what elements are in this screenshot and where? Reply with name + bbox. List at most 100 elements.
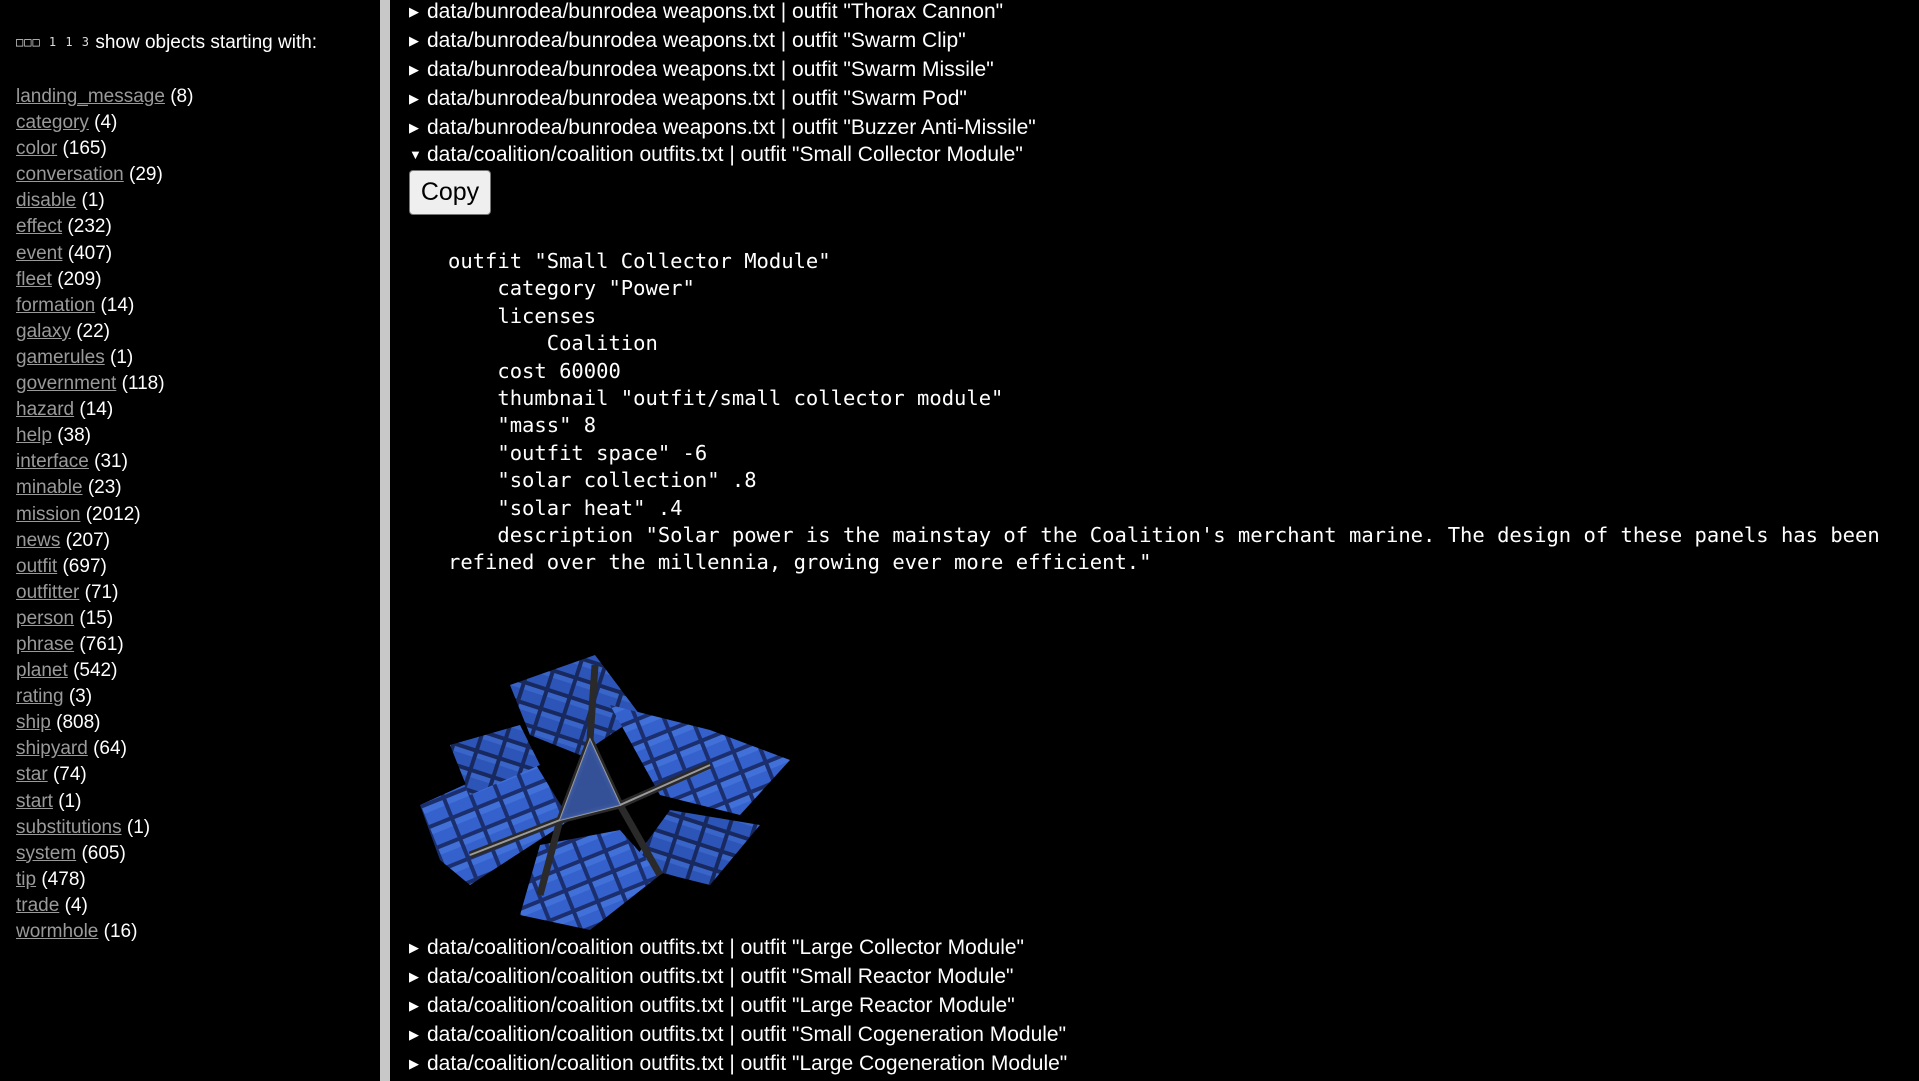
category-item: ship (808) xyxy=(16,710,193,736)
category-item: landing_message (8) xyxy=(16,84,193,110)
category-item: rating (3) xyxy=(16,684,193,710)
category-link-outfitter[interactable]: outfitter xyxy=(16,582,79,603)
category-count: (407) xyxy=(67,242,113,264)
filter-row: □□□ 1 1 3 show objects starting with: xyxy=(16,28,317,57)
category-item: gamerules (1) xyxy=(16,345,193,371)
category-link-government[interactable]: government xyxy=(16,373,116,394)
entry-title: data/bunrodea/bunrodea weapons.txt | out… xyxy=(427,58,994,81)
category-count: (478) xyxy=(41,868,86,890)
category-link-trade[interactable]: trade xyxy=(16,895,59,916)
category-link-ship[interactable]: ship xyxy=(16,712,51,733)
category-count: (1) xyxy=(81,190,105,212)
copy-button[interactable]: Copy xyxy=(409,170,491,215)
entry-title: data/bunrodea/bunrodea weapons.txt | out… xyxy=(427,116,1036,139)
category-link-effect[interactable]: effect xyxy=(16,216,62,237)
category-link-interface[interactable]: interface xyxy=(16,451,89,472)
category-count: (207) xyxy=(65,529,110,551)
category-link-fleet[interactable]: fleet xyxy=(16,269,52,290)
category-count: (31) xyxy=(94,451,128,473)
triangle-right-icon: ▶ xyxy=(409,998,419,1013)
category-link-start[interactable]: start xyxy=(16,791,53,812)
triangle-right-icon: ▶ xyxy=(409,91,419,106)
category-item: conversation (29) xyxy=(16,162,193,188)
category-link-galaxy[interactable]: galaxy xyxy=(16,321,71,342)
category-count: (38) xyxy=(57,425,91,447)
category-item: substitutions (1) xyxy=(16,815,193,841)
category-link-star[interactable]: star xyxy=(16,764,48,785)
category-count: (542) xyxy=(73,660,118,682)
category-item: mission (2012) xyxy=(16,502,193,528)
category-link-gamerules[interactable]: gamerules xyxy=(16,347,105,368)
category-count: (808) xyxy=(56,712,101,734)
category-link-help[interactable]: help xyxy=(16,425,52,446)
category-item: news (207) xyxy=(16,528,193,554)
category-count: (64) xyxy=(93,738,127,760)
category-count: (118) xyxy=(121,373,165,395)
category-item: minable (23) xyxy=(16,475,193,501)
category-link-color[interactable]: color xyxy=(16,138,57,159)
category-link-wormhole[interactable]: wormhole xyxy=(16,921,98,942)
entry-summary[interactable]: ▶ data/coalition/coalition outfits.txt | … xyxy=(409,992,1015,1020)
category-count: (3) xyxy=(68,686,93,708)
category-item: outfitter (71) xyxy=(16,580,193,606)
triangle-right-icon: ▶ xyxy=(409,33,419,48)
entry-summary[interactable]: ▶ data/bunrodea/bunrodea weapons.txt | ou… xyxy=(409,114,1036,142)
category-item: outfit (697) xyxy=(16,554,193,580)
pane-divider[interactable] xyxy=(380,0,390,1081)
triangle-right-icon: ▶ xyxy=(409,1027,419,1042)
entry-title: data/coalition/coalition outfits.txt | o… xyxy=(427,143,1023,166)
outfit-definition-code: outfit "Small Collector Module" category… xyxy=(448,249,1880,575)
category-item: system (605) xyxy=(16,841,193,867)
category-link-mission[interactable]: mission xyxy=(16,504,80,525)
category-count: (29) xyxy=(129,164,163,186)
category-link-category[interactable]: category xyxy=(16,112,89,133)
category-item: trade (4) xyxy=(16,893,193,919)
category-link-minable[interactable]: minable xyxy=(16,477,83,498)
category-link-rating[interactable]: rating xyxy=(16,686,64,707)
category-count: (14) xyxy=(79,399,114,421)
outfit-thumbnail xyxy=(410,645,790,930)
category-item: help (38) xyxy=(16,423,193,449)
category-link-planet[interactable]: planet xyxy=(16,660,68,681)
category-link-phrase[interactable]: phrase xyxy=(16,634,74,655)
category-link-outfit[interactable]: outfit xyxy=(16,556,57,577)
entry-summary[interactable]: ▶ data/bunrodea/bunrodea weapons.txt | ou… xyxy=(409,27,966,55)
expanded-entry-summary[interactable]: ▼ data/coalition/coalition outfits.txt | … xyxy=(409,141,1023,169)
category-count: (1) xyxy=(126,816,151,838)
category-link-tip[interactable]: tip xyxy=(16,869,36,890)
entry-summary[interactable]: ▶ data/coalition/coalition outfits.txt | … xyxy=(409,1050,1067,1078)
entry-summary[interactable]: ▶ data/coalition/coalition outfits.txt | … xyxy=(409,963,1013,991)
entry-summary[interactable]: ▶ data/bunrodea/bunrodea weapons.txt | ou… xyxy=(409,56,994,84)
entry-summary[interactable]: ▶ data/bunrodea/bunrodea weapons.txt | ou… xyxy=(409,0,1003,26)
category-link-conversation[interactable]: conversation xyxy=(16,164,124,185)
category-count: (22) xyxy=(76,320,110,342)
category-link-event[interactable]: event xyxy=(16,243,62,264)
category-count: (16) xyxy=(103,921,138,942)
entry-title: data/bunrodea/bunrodea weapons.txt | out… xyxy=(427,29,966,52)
category-link-disable[interactable]: disable xyxy=(16,190,76,211)
entry-title: data/bunrodea/bunrodea weapons.txt | out… xyxy=(427,0,1004,23)
category-link-person[interactable]: person xyxy=(16,608,74,629)
object-list-panel: ▶ data/bunrodea/bunrodea weapons.txt | ou… xyxy=(392,0,1919,1081)
category-link-formation[interactable]: formation xyxy=(16,295,95,316)
category-link-shipyard[interactable]: shipyard xyxy=(16,738,88,759)
category-link-system[interactable]: system xyxy=(16,843,76,864)
filter-letter-boxes[interactable]: □□□ 1 1 3 xyxy=(16,35,90,49)
category-count: (8) xyxy=(170,86,194,107)
category-link-hazard[interactable]: hazard xyxy=(16,399,74,420)
triangle-down-icon: ▼ xyxy=(409,147,422,162)
entry-summary[interactable]: ▶ data/bunrodea/bunrodea weapons.txt | ou… xyxy=(409,85,967,113)
category-item: fleet (209) xyxy=(16,267,193,293)
triangle-right-icon: ▶ xyxy=(409,4,419,19)
entry-title: data/coalition/coalition outfits.txt | o… xyxy=(427,936,1025,959)
category-count: (209) xyxy=(57,268,102,290)
category-item: event (407) xyxy=(16,241,193,267)
entry-summary[interactable]: ▶ data/coalition/coalition outfits.txt | … xyxy=(409,934,1024,962)
category-link-substitutions[interactable]: substitutions xyxy=(16,817,122,838)
category-item: planet (542) xyxy=(16,658,193,684)
category-link-landing-message[interactable]: landing_message xyxy=(16,86,165,107)
entry-summary[interactable]: ▶ data/coalition/coalition outfits.txt | … xyxy=(409,1021,1066,1049)
category-count: (74) xyxy=(52,764,87,786)
entry-title: data/coalition/coalition outfits.txt | o… xyxy=(427,1023,1067,1046)
category-link-news[interactable]: news xyxy=(16,530,60,551)
